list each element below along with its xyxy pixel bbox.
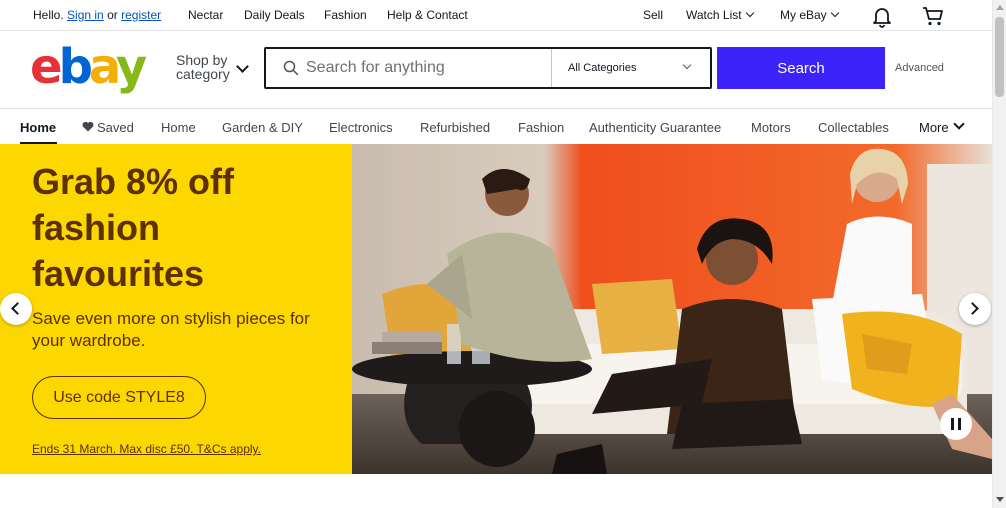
- promo-panel: Grab 8% off fashion favourites Save even…: [0, 144, 352, 474]
- nav-electronics[interactable]: Electronics: [329, 120, 393, 135]
- nav-saved[interactable]: Saved: [82, 120, 134, 135]
- nav-saved-label: Saved: [97, 120, 134, 135]
- category-selected-value: All Categories: [568, 62, 637, 74]
- daily-deals-link[interactable]: Daily Deals: [244, 8, 305, 22]
- nav-fashion[interactable]: Fashion: [518, 120, 564, 135]
- chevron-right-icon: [966, 302, 979, 315]
- nav-more[interactable]: More: [919, 118, 965, 135]
- sell-link[interactable]: Sell: [643, 8, 663, 22]
- greeting: Hello. Sign in or register: [33, 8, 161, 22]
- category-select[interactable]: All Categories: [551, 49, 710, 87]
- advanced-search-link[interactable]: Advanced: [895, 62, 944, 74]
- chevron-down-icon: [952, 118, 965, 130]
- site-header: ebay Shop by category All Categories Sea…: [0, 31, 992, 109]
- search-box: All Categories: [264, 47, 712, 89]
- myebay-label: My eBay: [780, 8, 827, 22]
- scroll-down-arrow-icon[interactable]: [996, 497, 1004, 502]
- hero-image[interactable]: [352, 144, 992, 474]
- nav-home[interactable]: Home: [161, 120, 196, 135]
- scroll-thumb[interactable]: [995, 17, 1004, 97]
- scroll-up-arrow-icon[interactable]: [996, 5, 1004, 10]
- chevron-down-icon: [682, 60, 692, 70]
- heart-icon: [82, 121, 94, 132]
- carousel-pause-button[interactable]: [940, 408, 972, 440]
- chevron-down-icon[interactable]: [236, 60, 249, 73]
- vertical-scrollbar[interactable]: [992, 0, 1006, 508]
- register-link[interactable]: register: [121, 8, 161, 22]
- shop-by-line1: Shop by: [176, 52, 228, 68]
- search-button[interactable]: Search: [717, 47, 885, 89]
- signin-link[interactable]: Sign in: [67, 8, 104, 22]
- chevron-down-icon: [830, 8, 839, 18]
- nav-more-label: More: [919, 120, 949, 135]
- pause-icon: [958, 418, 961, 430]
- myebay-menu[interactable]: My eBay: [780, 8, 839, 22]
- shop-by-line2: category: [176, 66, 230, 82]
- nav-motors[interactable]: Motors: [751, 120, 791, 135]
- promo-terms-link[interactable]: Ends 31 March. Max disc £50. T&Cs apply.: [32, 442, 261, 456]
- carousel-next-button[interactable]: [959, 293, 991, 325]
- watchlist-label: Watch List: [686, 8, 742, 22]
- pause-icon: [951, 418, 954, 430]
- search-icon: [283, 60, 299, 81]
- nav-collectables[interactable]: Collectables: [818, 120, 889, 135]
- cart-icon[interactable]: [921, 4, 945, 28]
- watchlist-menu[interactable]: Watch List: [686, 8, 754, 22]
- carousel-prev-button[interactable]: [0, 293, 32, 325]
- help-contact-link[interactable]: Help & Contact: [387, 8, 468, 22]
- nav-garden-diy[interactable]: Garden & DIY: [222, 120, 303, 135]
- top-utility-bar: Hello. Sign in or register Nectar Daily …: [0, 0, 992, 31]
- category-nav: Home Saved Home Garden & DIY Electronics…: [0, 110, 992, 144]
- promo-code-button[interactable]: Use code STYLE8: [32, 376, 206, 419]
- shop-by-category-button[interactable]: Shop by category: [176, 53, 230, 81]
- promo-subtitle: Save even more on stylish pieces for you…: [32, 309, 310, 350]
- search-input[interactable]: [306, 49, 546, 87]
- nav-authenticity-guarantee[interactable]: Authenticity Guarantee: [589, 120, 721, 135]
- fashion-photo: [352, 144, 992, 474]
- nav-refurbished[interactable]: Refurbished: [420, 120, 490, 135]
- fashion-link[interactable]: Fashion: [324, 8, 367, 22]
- hello-text: Hello.: [33, 8, 64, 22]
- chevron-left-icon: [11, 302, 24, 315]
- hero-banner: Grab 8% off fashion favourites Save even…: [0, 144, 992, 474]
- bell-icon[interactable]: [870, 4, 894, 28]
- nav-home-active[interactable]: Home: [20, 120, 56, 135]
- nectar-link[interactable]: Nectar: [188, 8, 223, 22]
- or-text: or: [107, 8, 118, 22]
- ebay-logo[interactable]: ebay: [30, 41, 147, 93]
- promo-title: Grab 8% off fashion favourites: [32, 161, 235, 294]
- chevron-down-icon: [745, 8, 754, 18]
